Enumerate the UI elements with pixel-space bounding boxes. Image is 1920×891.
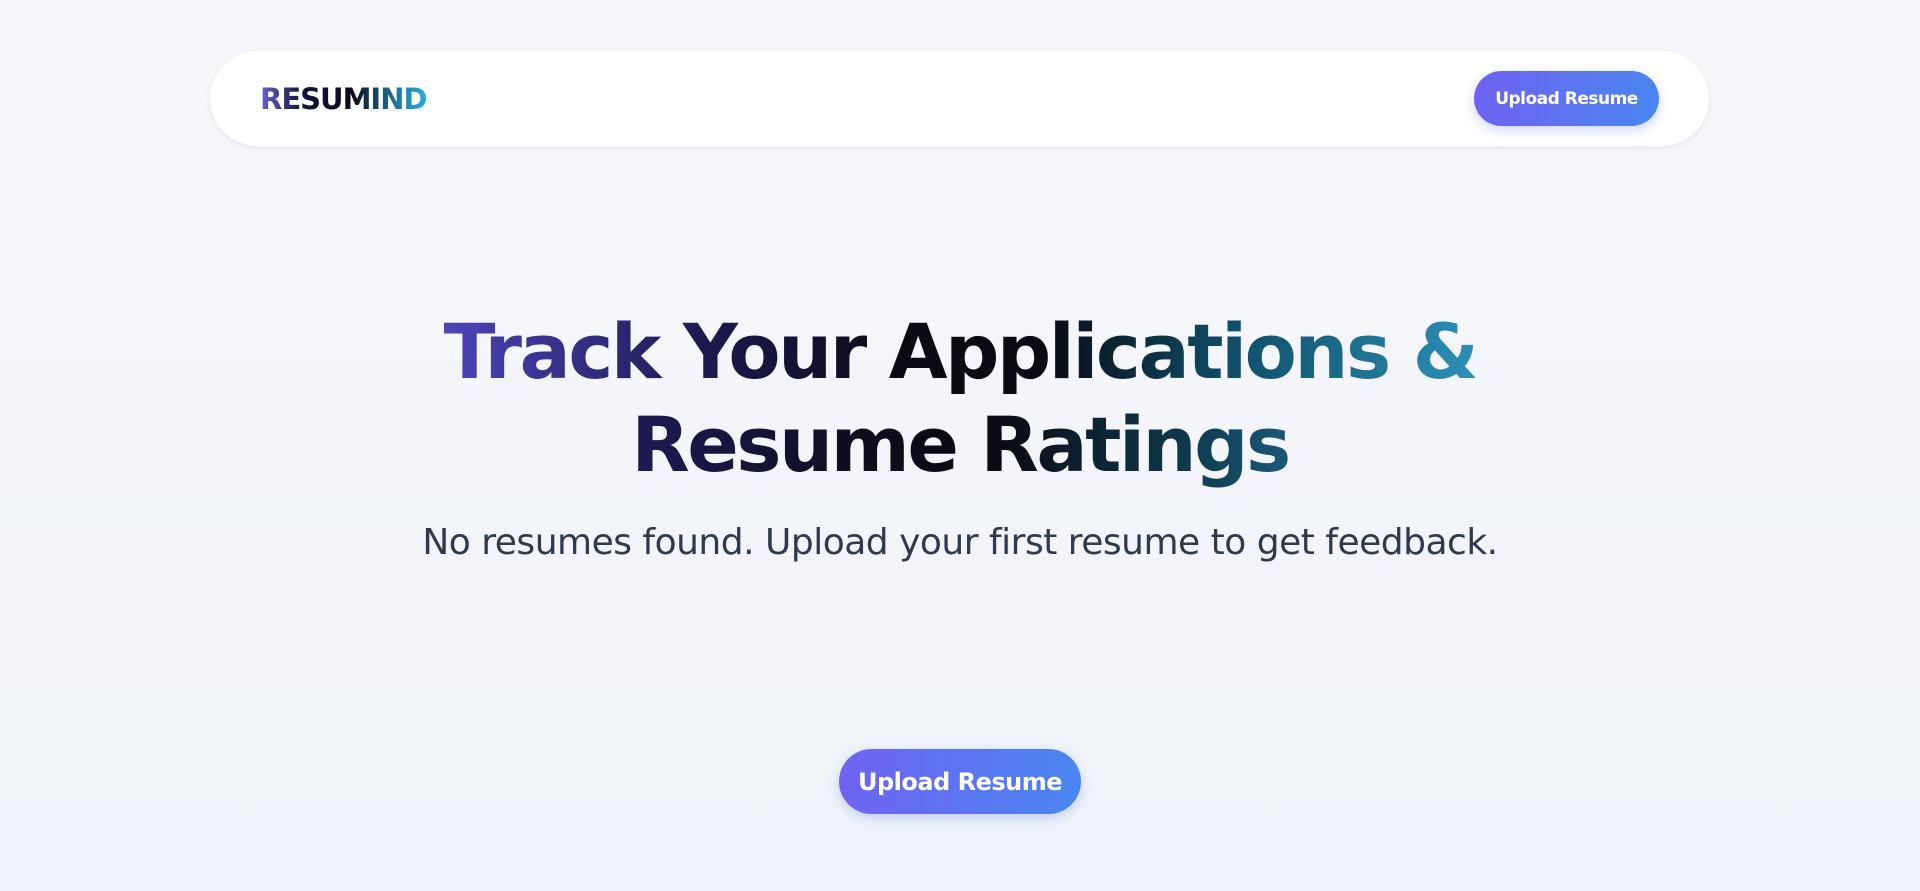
logo[interactable]: RESUMIND: [260, 82, 428, 116]
hero-title: Track Your Applications & Resume Ratings: [0, 305, 1920, 491]
hero-title-line-2: Resume Ratings: [631, 400, 1291, 489]
empty-state-message: No resumes found. Upload your first resu…: [422, 522, 1498, 563]
navbar: RESUMIND Upload Resume: [210, 51, 1709, 146]
upload-resume-nav-button[interactable]: Upload Resume: [1474, 71, 1659, 126]
hero-title-line-1: Track Your Applications &: [443, 307, 1479, 396]
upload-resume-button[interactable]: Upload Resume: [839, 749, 1081, 814]
